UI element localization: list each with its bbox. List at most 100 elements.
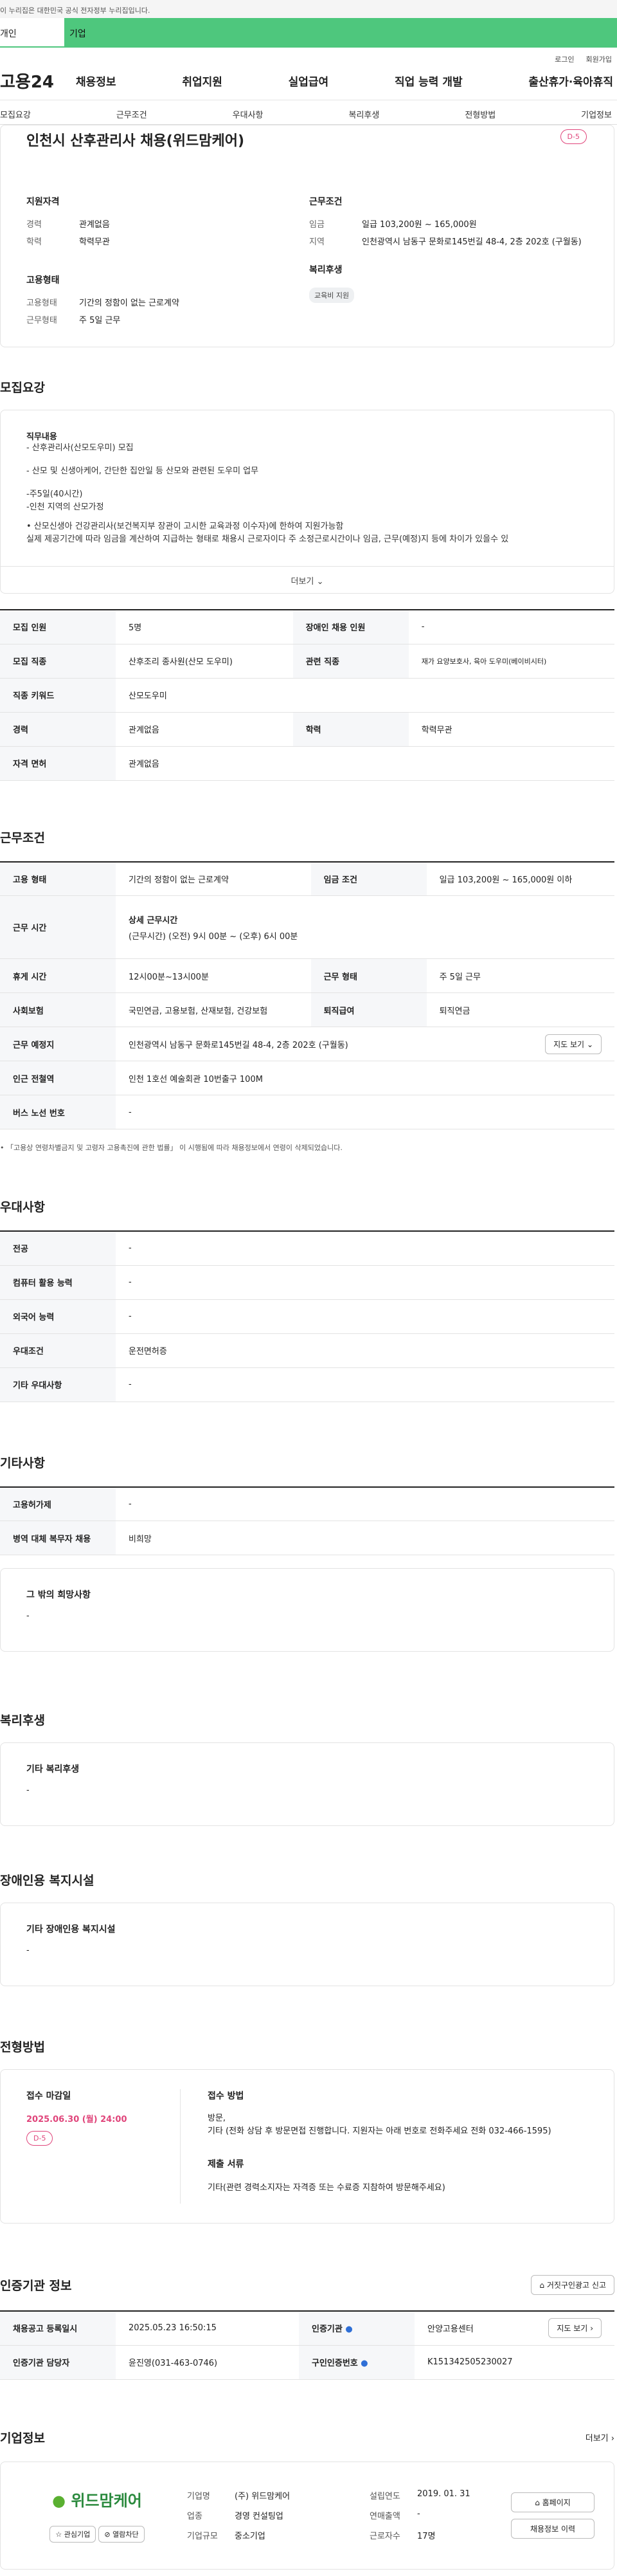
cell-value: -: [408, 610, 614, 644]
company-header: 기업정보 더보기 ›: [0, 2429, 617, 2446]
gnb-item-parental-leave[interactable]: 출산휴가·육아휴직: [528, 73, 613, 89]
info-icon[interactable]: ●: [345, 2325, 352, 2334]
fav-label: 관심기업: [64, 2530, 91, 2539]
cert-table: 채용공고 등록일시 2025.05.23 16:50:15 인증기관 ● 안양고용센터…: [0, 2310, 614, 2380]
cell-label: 임금 조건: [310, 861, 427, 896]
welfare-box-heading: 기타 복리후생: [26, 1764, 80, 1775]
gnb-item-support[interactable]: 취업지원: [182, 73, 222, 89]
cell-value: 비희망: [116, 1521, 614, 1555]
cell-value: 국민연금, 고용보험, 산재보험, 건강보험: [116, 992, 311, 1027]
cell-label: 학력: [292, 712, 409, 747]
tab-company[interactable]: 기업: [64, 18, 617, 48]
homepage-button[interactable]: ⌂ 홈페이지: [511, 2492, 595, 2512]
subnav-work[interactable]: 근무조건: [116, 108, 147, 124]
cell-label: 휴게 시간: [0, 958, 116, 993]
info-icon[interactable]: ●: [361, 2359, 368, 2368]
age-note-text: 「고용상 연령차별금지 및 고령자 고용촉진에 관한 법률」 이 시행됨에 따라…: [6, 1144, 343, 1152]
cell-value: -: [116, 1486, 614, 1521]
recruit-table: 모집 인원 5명 장애인 채용 인원 - 모집 직종 산후조리 종사원(산모 도우미) 관…: [0, 609, 614, 781]
duty-line: - 산후관리사(산모도우미) 모집: [26, 443, 134, 453]
login-link[interactable]: 로그인: [555, 54, 574, 64]
gnb-item-unemployment[interactable]: 실업급여: [289, 73, 329, 89]
table-row: 채용공고 등록일시 2025.05.23 16:50:15 인증기관 ● 안양고용센터…: [0, 2311, 614, 2346]
age-note: • 「고용상 연령차별금지 및 고령자 고용촉진에 관한 법률」 이 시행됨에 …: [0, 1144, 343, 1152]
cell-label: 퇴직급여: [310, 992, 427, 1027]
emp-type-label: 고용형태: [26, 298, 57, 308]
section-nav: 모집요강 근무조건 우대사항 복리후생 전형방법 기업정보: [0, 100, 617, 125]
site-logo[interactable]: 고용24: [0, 69, 76, 93]
history-button[interactable]: 채용정보 이력: [511, 2518, 595, 2539]
cell-value: 상세 근무시간 (근무시간) (오전) 9시 00분 ~ (오후) 6시 00분: [116, 895, 614, 959]
cell-label: 직종 키워드: [0, 678, 116, 713]
company-more-link[interactable]: 더보기 ›: [586, 2431, 614, 2444]
signup-link[interactable]: 회원가입: [586, 54, 612, 64]
method-col: 접수 방법 방문, 기타 (전화 상담 후 방문면접 진행합니다. 지원자는 아…: [181, 2089, 588, 2204]
cell-label: 전공: [0, 1231, 116, 1266]
leaf-icon: ●: [52, 2492, 66, 2510]
subnav-welfare[interactable]: 복리후생: [348, 108, 379, 124]
place-value: 인천광역시 남동구 문화로145번길 48-4, 2층 202호 (구월동): [129, 1040, 348, 1050]
cell-label: 컴퓨터 활용 능력: [0, 1265, 116, 1300]
duty-line: • 산모신생아 건강관리사(보건복지부 장관이 고시한 교육과정 이수자)에 한…: [26, 522, 344, 531]
disabled-box: 기타 장애인용 복지시설 -: [0, 1903, 614, 1986]
subnav-recruit[interactable]: 모집요강: [0, 108, 31, 124]
block-button[interactable]: ⊘ 열람차단: [98, 2526, 145, 2543]
star-icon: ☆: [55, 2530, 62, 2539]
company-name-label: 기업명: [187, 2492, 210, 2501]
cell-value: 퇴직연금: [426, 992, 614, 1027]
disabled-box-value: -: [26, 1946, 30, 1955]
user-type-tabs: 개인 기업: [0, 18, 617, 48]
work-form-value: 주 5일 근무: [79, 316, 121, 325]
subnav-selection[interactable]: 전형방법: [465, 108, 496, 124]
table-row: 고용 형태 기간의 정함이 없는 근로계약 임금 조건 일급 103,200원 ~ 1…: [0, 861, 614, 896]
company-actions: ⌂ 홈페이지 채용정보 이력: [511, 2492, 595, 2539]
gnb-item-jobs[interactable]: 채용정보: [76, 73, 116, 89]
cell-value: 학력무관: [408, 712, 614, 747]
subnav-pref[interactable]: 우대사항: [233, 108, 264, 124]
table-row: 병역 대체 복무자 채용 비희망: [0, 1521, 614, 1555]
company-more-label: 더보기: [585, 2433, 609, 2444]
work-heading: 근무조건: [309, 197, 343, 207]
docs-heading: 제출 서류: [208, 2159, 244, 2170]
cell-value: 관계없음: [116, 712, 293, 747]
cell-label: 사회보험: [0, 992, 116, 1027]
cell-value: 일급 103,200원 ~ 165,000원 이하: [426, 861, 614, 896]
map-button[interactable]: 지도 보기 ⌄: [545, 1034, 602, 1054]
duty-box: 직무내용 - 산후관리사(산모도우미) 모집 - 산모 및 신생아케어, 간단한…: [0, 410, 614, 567]
org-value: 안양고용센터: [427, 2325, 474, 2335]
cell-value: 윤진영(031-463-0746): [116, 2345, 299, 2380]
cell-value: 12시00분~13시00분: [116, 958, 311, 993]
career-label: 경력: [26, 220, 42, 230]
gnb-item-training[interactable]: 직업 능력 개발: [395, 73, 463, 89]
docs-value: 기타(관련 경력소지자는 자격증 또는 수료증 지참하여 방문해주세요): [208, 2183, 445, 2193]
cell-label: 외국어 능력: [0, 1299, 116, 1334]
disabled-title: 장애인용 복지시설: [0, 1874, 94, 1888]
deadline-value: 2025.06.30 (월) 24:00: [26, 2115, 127, 2124]
report-button[interactable]: ⌂ 거짓구인광고 신고: [531, 2275, 614, 2295]
chevron-right-icon: ›: [611, 2433, 614, 2444]
cell-label: 병역 대체 복무자 채용: [0, 1521, 116, 1555]
career-value: 관계없음: [79, 220, 110, 230]
cell-label: 채용공고 등록일시: [0, 2311, 116, 2346]
company-card: ● 위드맘케어 ☆ 관심기업 ⊘ 열람차단 기업명 (주) 위드맘케어 설립연도 20…: [0, 2461, 614, 2570]
table-row: 인증기관 담당자 윤진영(031-463-0746) 구인인증번호 ● K151342…: [0, 2345, 614, 2380]
cell-value: 인천광역시 남동구 문화로145번길 48-4, 2층 202호 (구월동) 지도…: [116, 1027, 614, 1061]
duty-line: -인천 지역의 산모가정: [26, 502, 104, 512]
tab-personal[interactable]: 개인: [0, 18, 64, 48]
company-year-label: 설립연도: [370, 2492, 400, 2501]
table-row: 휴게 시간 12시00분~13시00분 근무 형태 주 5일 근무: [0, 958, 614, 993]
duty-more-button[interactable]: 더보기 ⌄: [0, 567, 614, 594]
wage-value: 일급 103,200원 ~ 165,000원: [362, 220, 477, 230]
cert-map-button[interactable]: 지도 보기 ›: [548, 2318, 602, 2339]
cell-value: 기간의 정함이 없는 근로계약: [116, 861, 311, 896]
table-row: 우대조건 운전면허증: [0, 1333, 614, 1368]
chevron-down-icon: ⌄: [586, 1039, 593, 1049]
gov-banner: 이 누리집은 대한민국 공식 전자정부 누리집입니다.: [0, 0, 617, 18]
fav-button[interactable]: ☆ 관심기업: [49, 2526, 96, 2543]
cell-value: 2025.05.23 16:50:15: [116, 2311, 299, 2346]
subnav-company[interactable]: 기업정보: [581, 108, 612, 124]
cell-value: 산후조리 종사원(산모 도우미): [116, 644, 293, 679]
qual-heading: 지원자격: [26, 197, 60, 207]
cell-label: 우대조건: [0, 1333, 116, 1368]
selection-title: 전형방법: [0, 2040, 45, 2054]
